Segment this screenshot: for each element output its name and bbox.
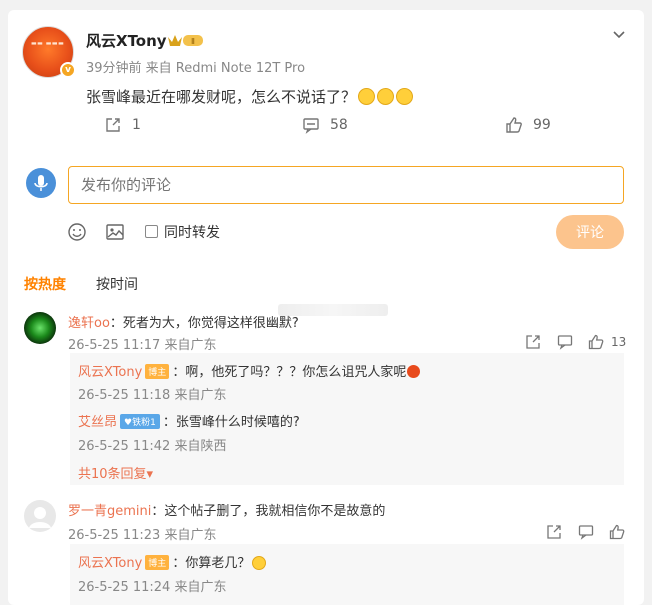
comment-text: ：这个帖子删了，我就相信你不是故意的 xyxy=(151,504,386,519)
reply-time: 26-5-25 11:42 来自陕西 xyxy=(78,439,227,454)
sort-by-hot-tab[interactable]: 按热度 xyxy=(24,274,66,294)
like-count: 99 xyxy=(533,117,551,133)
reply-text: ：张雪峰什么时候嘻的? xyxy=(162,415,300,430)
author-avatar[interactable]: ▬▬ ▬▬▬ v xyxy=(22,26,76,78)
share-button[interactable]: 1 xyxy=(104,116,141,134)
thumbs-up-icon[interactable] xyxy=(609,524,625,540)
sort-by-time-tab[interactable]: 按时间 xyxy=(96,274,138,294)
vip-level-badge-icon: Ⅱ xyxy=(168,35,203,46)
reply-text: ：啊，他死了吗？？？你怎么诅咒人家呢 xyxy=(172,365,407,380)
angry-emoji-icon xyxy=(407,365,421,378)
chevron-down-icon[interactable] xyxy=(612,28,626,42)
reply-line: 风云XTony 博主 ：啊，他死了吗？？？你怎么诅咒人家呢 xyxy=(78,361,421,380)
share-icon[interactable] xyxy=(546,524,562,540)
reply-author[interactable]: 艾丝昂 xyxy=(78,415,117,430)
submit-comment-button[interactable]: 评论 xyxy=(556,215,624,249)
commenter-avatar[interactable] xyxy=(24,312,56,344)
blogger-badge: 博主 xyxy=(145,364,170,379)
repost-checkbox[interactable] xyxy=(145,225,158,238)
share-count: 1 xyxy=(132,117,141,133)
microphone-icon xyxy=(34,175,48,191)
reply-text: ：你算老几？ xyxy=(172,556,251,571)
image-upload-icon[interactable] xyxy=(105,222,125,242)
reply-thread: 风云XTony 博主 ：啊，他死了吗？？？你怎么诅咒人家呢 26-5-25 11:1… xyxy=(70,353,624,485)
vip-level-label: Ⅱ xyxy=(191,37,195,46)
fan-badge-label: 铁粉1 xyxy=(132,418,156,428)
author-name[interactable]: 风云XTony xyxy=(86,30,167,51)
comment-time: 26-5-25 11:17 来自广东 xyxy=(68,338,217,353)
emoji-picker-icon[interactable] xyxy=(67,222,87,242)
fan-badge-heart-icon: ♥ xyxy=(124,418,133,428)
comment-button[interactable]: 58 xyxy=(302,116,348,134)
comment-icon[interactable] xyxy=(578,524,594,540)
comment-time: 26-5-25 11:23 来自广东 xyxy=(68,528,217,543)
comment-like-count: 13 xyxy=(611,335,627,349)
more-replies-link[interactable]: 共10条回复▾ xyxy=(78,463,153,482)
comment-line: 逸轩oo：死者为大，你觉得这样很幽默? xyxy=(68,312,299,331)
commenter-avatar[interactable] xyxy=(24,500,56,532)
comment-line: 罗一青gemini：这个帖子删了，我就相信你不是故意的 xyxy=(68,500,385,519)
post-meta: 39分钟前 来自 Redmi Note 12T Pro xyxy=(86,61,306,76)
avatar-logo-icon: ▬▬ ▬▬▬ xyxy=(31,40,65,47)
current-user-avatar[interactable] xyxy=(26,168,56,198)
blogger-badge: 博主 xyxy=(145,555,170,570)
post-actions: 1 58 99 xyxy=(8,116,644,138)
share-icon xyxy=(106,118,120,132)
reply-thread: 风云XTony 博主 ：你算老几？ 26-5-25 11:24 来自广东 xyxy=(70,544,624,605)
emoji-icon xyxy=(377,88,395,105)
reply-time: 26-5-25 11:24 来自广东 xyxy=(78,580,227,595)
thumbs-up-icon[interactable] xyxy=(588,334,604,350)
commenter-name[interactable]: 逸轩oo xyxy=(68,316,110,331)
comment-icon xyxy=(303,118,319,134)
caret-down-icon: ▾ xyxy=(146,467,154,482)
like-button[interactable]: 99 xyxy=(505,116,551,134)
comment-icon[interactable] xyxy=(557,334,573,350)
share-icon[interactable] xyxy=(525,334,541,350)
default-user-icon xyxy=(29,507,51,528)
fan-badge: ♥铁粉1 xyxy=(120,414,160,429)
more-replies-label: 共10条回复 xyxy=(78,467,147,482)
reply-line: 艾丝昂 ♥铁粉1 ：张雪峰什么时候嘻的? xyxy=(78,411,300,430)
reply-line: 风云XTony 博主 ：你算老几？ xyxy=(78,552,267,571)
emoji-icon xyxy=(358,88,376,105)
reply-time: 26-5-25 11:18 来自广东 xyxy=(78,388,227,403)
reply-author[interactable]: 风云XTony xyxy=(78,556,142,571)
post-text-content: 张雪峰最近在哪发财呢，怎么不说话了？ xyxy=(86,88,357,106)
comment-input[interactable] xyxy=(68,166,624,204)
comment-text: ：死者为大，你觉得这样很幽默? xyxy=(109,316,299,331)
post-card: ▬▬ ▬▬▬ v 风云XTony Ⅱ 39分钟前 来自 Redmi Note 1… xyxy=(8,10,644,605)
post-text: 张雪峰最近在哪发财呢，怎么不说话了？ xyxy=(86,86,414,107)
reply-author[interactable]: 风云XTony xyxy=(78,365,142,380)
commenter-name[interactable]: 罗一青gemini xyxy=(68,504,151,519)
emoji-icon xyxy=(396,88,414,105)
emoji-icon xyxy=(252,556,267,570)
thumbs-up-icon xyxy=(506,117,522,133)
verified-badge-icon: v xyxy=(60,62,76,78)
repost-label: 同时转发 xyxy=(164,225,220,241)
comment-count: 58 xyxy=(330,117,348,133)
